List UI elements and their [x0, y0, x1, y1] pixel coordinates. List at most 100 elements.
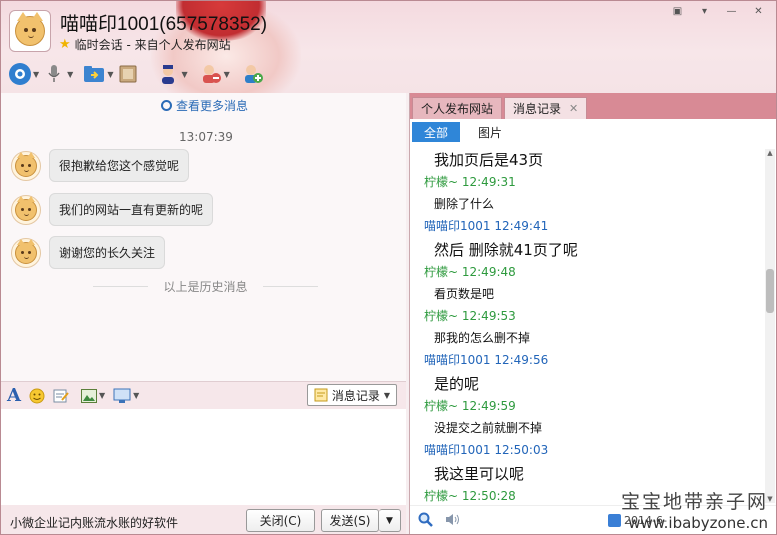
input-toolbar: A ▼ ▼ 消息记录 ▼: [1, 381, 406, 409]
sender-timestamp: 柠檬~ 12:49:31: [424, 175, 516, 189]
cat-avatar-icon: [15, 12, 45, 46]
history-scrollbar[interactable]: ▲ ▼: [765, 149, 775, 503]
bottom-bar: 小微企业记内账流水账的好软件 关闭(C) 发送(S) ▼: [1, 505, 406, 534]
message-text: 我这里可以呢: [434, 465, 525, 483]
message-input[interactable]: [1, 409, 406, 505]
chevron-down-icon: ▼: [386, 515, 393, 526]
sender-timestamp: 柠檬~ 12:49:53: [424, 309, 516, 323]
send-options-button[interactable]: ▼: [379, 509, 401, 532]
screenshot-button[interactable]: ▼: [113, 388, 139, 404]
window-header: 喵喵印1001(657578352) ★ 临时会话 - 来自个人发布网站 ▣ ▾…: [1, 1, 776, 93]
search-history-button[interactable]: [418, 512, 433, 531]
history-sender-line: 柠檬~ 12:49:48: [424, 263, 516, 280]
magic-expression-button[interactable]: [53, 388, 69, 404]
emoji-button[interactable]: [29, 388, 45, 404]
video-call-button[interactable]: ▼: [9, 61, 39, 87]
close-tab-icon[interactable]: ✕: [569, 102, 578, 115]
chat-message: 很抱歉给您这个感觉呢: [11, 149, 190, 182]
block-user-button[interactable]: ▼: [200, 61, 230, 87]
tab-personal-site[interactable]: 个人发布网站: [412, 97, 503, 119]
send-button[interactable]: 发送(S): [321, 509, 379, 532]
session-subtitle: ★ 临时会话 - 来自个人发布网站: [59, 36, 231, 53]
message-text: 删除了什么: [434, 197, 495, 211]
contact-title: 喵喵印1001(657578352): [60, 14, 268, 35]
minimize-button[interactable]: —: [718, 4, 745, 19]
font-icon: A: [7, 385, 21, 406]
history-divider: 以上是历史消息: [93, 278, 318, 295]
microphone-icon: [43, 63, 65, 85]
invite-user-button[interactable]: [242, 61, 264, 87]
window-controls: ▣ ▾ — ✕: [664, 4, 772, 19]
sender-timestamp: 柠檬~ 12:49:48: [424, 265, 516, 279]
user-add-icon: [242, 63, 264, 85]
sender-timestamp: 柠檬~ 12:50:28: [424, 489, 516, 503]
history-message: 看页数是吧: [424, 285, 494, 302]
watermark: 宝宝地带亲子网 www.ibabyzone.cn: [621, 487, 768, 532]
speaker-icon: [446, 513, 459, 525]
tab-label: 个人发布网站: [421, 102, 494, 116]
history-message: 那我的怎么删不掉: [424, 329, 530, 346]
sender-timestamp: 喵喵印1001 12:49:56: [424, 353, 549, 367]
smiley-icon: [29, 388, 45, 403]
user-block-icon: [200, 63, 222, 85]
history-sender-line: 柠檬~ 12:49:53: [424, 307, 516, 324]
message-bubble: 我们的网站一直有更新的呢: [49, 193, 214, 226]
sender-avatar[interactable]: [11, 150, 41, 181]
history-message: 删除了什么: [424, 195, 494, 212]
user-police-icon: [157, 63, 179, 85]
watermark-line1: 宝宝地带亲子网: [620, 491, 768, 513]
history-message: 我加页后是43页: [424, 149, 543, 170]
close-button[interactable]: 关闭(C): [246, 509, 315, 532]
history-message: 没提交之前就删不掉: [424, 419, 542, 436]
send-file-button[interactable]: ▼: [83, 61, 113, 87]
scroll-up-icon[interactable]: ▲: [766, 149, 774, 157]
sender-timestamp: 柠檬~ 12:49:59: [424, 399, 516, 413]
scroll-thumb[interactable]: [766, 269, 774, 313]
voice-call-button[interactable]: ▼: [43, 61, 73, 87]
history-sender-line: 喵喵印1001 12:49:41: [424, 217, 548, 234]
history-filter-tabs: 全部 图片: [410, 119, 776, 145]
send-image-button[interactable]: ▼: [80, 388, 105, 403]
star-icon: ★: [59, 37, 71, 52]
session-subtitle-text: 临时会话 - 来自个人发布网站: [74, 38, 231, 52]
note-edit-icon: [53, 389, 69, 402]
message-text: 看页数是吧: [434, 287, 495, 301]
chevron-down-icon: ▼: [383, 390, 390, 400]
filter-images[interactable]: 图片: [466, 122, 514, 142]
sender-timestamp: 喵喵印1001 12:50:03: [424, 443, 549, 457]
font-button[interactable]: A: [7, 385, 21, 406]
tab-message-history[interactable]: 消息记录 ✕: [504, 97, 588, 119]
message-text: 我加页后是43页: [434, 151, 544, 169]
restore-window-button[interactable]: ▣: [664, 4, 691, 19]
sender-avatar[interactable]: [11, 194, 41, 225]
ad-link[interactable]: 小微企业记内账流水账的好软件: [10, 514, 178, 531]
history-message: 是的呢: [424, 373, 479, 394]
history-sender-line: 喵喵印1001 12:50:03: [424, 441, 548, 458]
sender-timestamp: 喵喵印1001 12:49:41: [424, 219, 549, 233]
chevron-down-icon: ▼: [133, 391, 140, 400]
history-sender-line: 喵喵印1001 12:49:56: [424, 351, 548, 368]
volume-button[interactable]: [445, 512, 461, 531]
image-icon: [80, 388, 97, 403]
view-more-messages-link[interactable]: 查看更多消息: [161, 97, 248, 114]
sender-avatar[interactable]: [11, 237, 41, 268]
watermark-line2: www.ibabyzone.cn: [628, 514, 768, 532]
message-bubble: 谢谢您的长久关注: [49, 236, 166, 269]
filter-all[interactable]: 全部: [412, 122, 461, 142]
history-sender-line: 柠檬~ 12:49:59: [424, 397, 516, 414]
history-message: 然后 删除就41页了呢: [424, 239, 578, 260]
message-history-label: 消息记录: [331, 388, 380, 403]
close-window-button[interactable]: ✕: [745, 4, 772, 19]
window-menu-button[interactable]: ▾: [691, 4, 718, 19]
message-history-button[interactable]: 消息记录 ▼: [306, 384, 397, 406]
message-bubble: 很抱歉给您这个感觉呢: [49, 149, 190, 182]
chat-window: 喵喵印1001(657578352) ★ 临时会话 - 来自个人发布网站 ▣ ▾…: [0, 0, 777, 535]
message-timestamp: 13:07:39: [179, 130, 233, 144]
header-toolbar: ▼ ▼ ▼ ▼ ▼: [9, 61, 268, 87]
remote-assist-button[interactable]: [117, 61, 139, 87]
contact-avatar[interactable]: [9, 10, 51, 52]
add-friend-button[interactable]: ▼: [157, 61, 188, 87]
history-sender-line: 柠檬~ 12:50:28: [424, 487, 516, 504]
history-message: 我这里可以呢: [424, 463, 524, 484]
cat-avatar-icon: [15, 151, 37, 177]
